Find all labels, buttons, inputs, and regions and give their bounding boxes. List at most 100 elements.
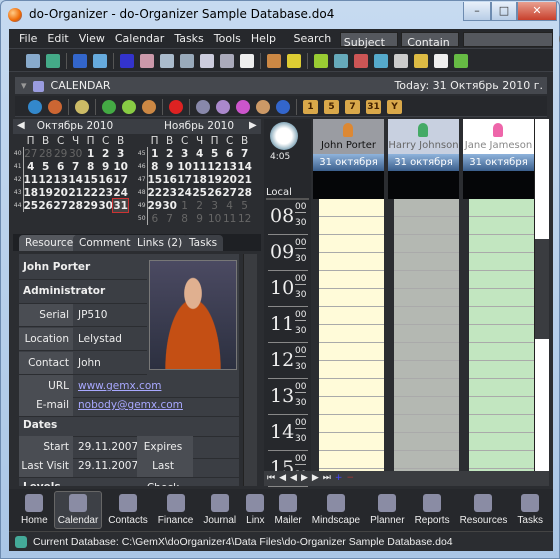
calendar-day[interactable]: 16 xyxy=(98,173,113,186)
minimize-button[interactable]: – xyxy=(463,2,491,21)
collapse-arrow-icon[interactable]: ▾ xyxy=(21,79,27,92)
calendar-day[interactable]: 14 xyxy=(237,160,252,173)
calendar-day[interactable]: 15 xyxy=(83,173,98,186)
calendar-day[interactable]: 7 xyxy=(162,212,177,225)
calendar-day[interactable]: 4 xyxy=(192,147,207,160)
calendar-day[interactable]: 22 xyxy=(83,186,98,199)
toolbar-icon[interactable] xyxy=(200,54,214,68)
tab-tasks[interactable]: Tasks xyxy=(183,235,224,251)
toolbar-icon[interactable] xyxy=(240,54,254,68)
resource-header[interactable]: Jane Jameson xyxy=(463,119,534,154)
calendar-day[interactable]: 9 xyxy=(192,212,207,225)
calendar-tool-icon[interactable] xyxy=(196,100,210,114)
nav-contacts[interactable]: Contacts xyxy=(104,491,151,529)
calendar-day[interactable]: 18 xyxy=(23,186,39,199)
calendar-day[interactable]: 25 xyxy=(192,186,207,199)
menu-tasks[interactable]: Tasks xyxy=(169,29,208,48)
maximize-button[interactable]: □ xyxy=(491,2,517,21)
calendar-day[interactable]: 24 xyxy=(177,186,192,199)
calendar-tool-icon[interactable] xyxy=(236,100,250,114)
close-button[interactable]: ✕ xyxy=(517,2,557,21)
calendar-day[interactable]: 29 xyxy=(83,199,98,212)
toolbar-icon[interactable] xyxy=(287,54,301,68)
calendar-day[interactable]: 21 xyxy=(237,173,252,186)
nav-mailer[interactable]: Mailer xyxy=(271,491,306,529)
calendar-day[interactable]: 2 xyxy=(192,199,207,212)
toolbar-icon[interactable] xyxy=(26,54,40,68)
calendar-day[interactable]: 9 xyxy=(98,160,113,173)
calendar-day[interactable]: 23 xyxy=(98,186,113,199)
scrollbar-thumb[interactable] xyxy=(535,239,549,339)
calendar-day[interactable]: 28 xyxy=(38,147,53,160)
toolbar-icon[interactable] xyxy=(314,54,328,68)
calendar-tool-icon[interactable] xyxy=(142,100,156,114)
calendar-day[interactable]: 27 xyxy=(53,199,68,212)
tab-links[interactable]: Links (2) xyxy=(131,235,189,251)
calendar-day[interactable]: 11 xyxy=(23,173,39,186)
view-button-Y[interactable]: Y xyxy=(387,100,402,114)
toolbar-icon[interactable] xyxy=(267,54,281,68)
nav-journal[interactable]: Journal xyxy=(199,491,240,529)
search-field-select[interactable]: Subject xyxy=(339,31,398,49)
view-button-1[interactable]: 1 xyxy=(303,100,318,114)
resource-header[interactable]: Harry Johnson xyxy=(388,119,459,154)
calendar-day[interactable]: 7 xyxy=(68,160,83,173)
calendar-day[interactable]: 7 xyxy=(237,147,252,160)
calendar-tool-icon[interactable] xyxy=(169,100,183,114)
all-day-area[interactable] xyxy=(463,171,534,199)
calendar-day[interactable]: 16 xyxy=(162,173,177,186)
view-button-31[interactable]: 31 xyxy=(366,100,381,114)
nav-finance[interactable]: Finance xyxy=(154,491,198,529)
all-day-area[interactable] xyxy=(388,171,459,199)
view-button-5[interactable]: 5 xyxy=(324,100,339,114)
nav-linx[interactable]: Linx xyxy=(242,491,268,529)
calendar-day[interactable]: 30 xyxy=(98,199,113,212)
month-title[interactable]: Ноябрь 2010 xyxy=(137,119,261,134)
calendar-day[interactable]: 6 xyxy=(147,212,162,225)
menu-help[interactable]: Help xyxy=(246,29,281,48)
calendar-day[interactable]: 4 xyxy=(222,199,237,212)
calendar-day[interactable]: 6 xyxy=(53,160,68,173)
menu-view[interactable]: View xyxy=(74,29,110,48)
calendar-day[interactable]: 29 xyxy=(147,199,163,212)
toolbar-icon[interactable] xyxy=(334,54,348,68)
calendar-tool-icon[interactable] xyxy=(75,100,89,114)
calendar-day[interactable]: 3 xyxy=(177,147,192,160)
nav-reports[interactable]: Reports xyxy=(411,491,454,529)
toolbar-icon[interactable] xyxy=(220,54,234,68)
calendar-day[interactable]: 22 xyxy=(147,186,163,199)
calendar-day[interactable]: 3 xyxy=(113,147,128,160)
calendar-day[interactable]: 2 xyxy=(162,147,177,160)
menu-edit[interactable]: Edit xyxy=(42,29,73,48)
toolbar-icon[interactable] xyxy=(354,54,368,68)
calendar-day[interactable]: 29 xyxy=(53,147,68,160)
calendar-day[interactable]: 1 xyxy=(83,147,98,160)
calendar-day[interactable]: 12 xyxy=(237,212,252,225)
calendar-day[interactable]: 18 xyxy=(192,173,207,186)
nav-tasks[interactable]: Tasks xyxy=(513,491,547,529)
next-month-button[interactable]: ▶ xyxy=(249,120,257,131)
calendar-day[interactable]: 19 xyxy=(207,173,222,186)
calendar-day[interactable]: 30 xyxy=(68,147,83,160)
calendar-tool-icon[interactable] xyxy=(256,100,270,114)
email-link[interactable]: nobody@gemx.com xyxy=(73,394,183,416)
search-mode-select[interactable]: Contain xyxy=(401,31,460,49)
calendar-day[interactable]: 30 xyxy=(162,199,177,212)
calendar-day[interactable]: 3 xyxy=(207,199,222,212)
menu-file[interactable]: File xyxy=(14,29,42,48)
record-navigator[interactable]: ⏮◀◀▶▶⏭+− xyxy=(264,471,549,486)
calendar-day[interactable]: 13 xyxy=(222,160,237,173)
calendar-day[interactable]: 31 xyxy=(112,198,130,213)
calendar-day[interactable]: 26 xyxy=(38,199,53,212)
month-title[interactable]: Октябрь 2010 xyxy=(13,119,137,134)
calendar-day[interactable]: 2 xyxy=(98,147,113,160)
toolbar-icon[interactable] xyxy=(414,54,428,68)
menu-calendar[interactable]: Calendar xyxy=(110,29,169,48)
calendar-day[interactable]: 25 xyxy=(23,199,39,212)
time-grid[interactable] xyxy=(394,199,459,482)
nav-resources[interactable]: Resources xyxy=(456,491,512,529)
resource-scrollbar[interactable] xyxy=(243,254,257,486)
calendar-day[interactable]: 24 xyxy=(113,186,128,199)
prev-month-button[interactable]: ◀ xyxy=(17,120,25,131)
view-button-7[interactable]: 7 xyxy=(345,100,360,114)
